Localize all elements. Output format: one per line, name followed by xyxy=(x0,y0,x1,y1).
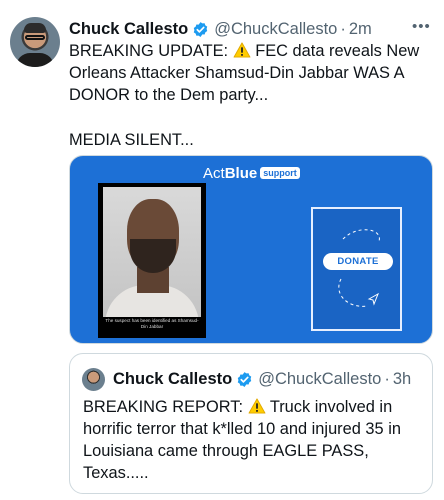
author-avatar[interactable] xyxy=(10,17,60,67)
photo-caption: The suspect has been identified as Shams… xyxy=(105,318,199,329)
verified-badge-icon xyxy=(237,371,252,387)
actblue-logo: ActBlue support xyxy=(203,165,300,182)
tweet-timestamp[interactable]: 2m xyxy=(349,20,372,39)
tweet-text-part1: BREAKING UPDATE: xyxy=(69,42,233,60)
warning-emoji-icon xyxy=(233,42,251,58)
logo-support-badge: support xyxy=(260,167,300,179)
quoted-author-avatar xyxy=(82,368,105,391)
quoted-author-handle: @ChuckCallesto xyxy=(258,369,382,388)
donate-panel: DONATE xyxy=(311,207,402,331)
warning-emoji-icon xyxy=(248,398,266,414)
tweet-header: Chuck Callesto @ChuckCallesto · 2m xyxy=(69,18,372,40)
more-options-icon[interactable]: ••• xyxy=(412,18,431,35)
quoted-timestamp: 3h xyxy=(392,369,412,388)
logo-act: Act xyxy=(203,165,225,182)
header-separator: · xyxy=(340,19,346,38)
tweet-text-media-silent: MEDIA SILENT... xyxy=(69,130,194,149)
tweet[interactable]: Chuck Callesto @ChuckCallesto · 2m ••• B… xyxy=(0,0,444,500)
avatar-sunglasses xyxy=(25,35,45,40)
tweet-media-image[interactable]: ActBlue support The suspect has been iden… xyxy=(69,155,433,344)
quoted-tweet-header: Chuck Callesto @ChuckCallesto · 3h xyxy=(113,368,411,390)
avatar-shirt xyxy=(16,53,54,67)
author-name[interactable]: Chuck Callesto xyxy=(69,20,188,39)
quoted-author-name: Chuck Callesto xyxy=(113,369,233,388)
tweet-text: BREAKING UPDATE: FEC data reveals New Or… xyxy=(69,40,439,151)
logo-blue: Blue xyxy=(224,165,258,182)
dashed-path-icon xyxy=(338,229,380,307)
verified-badge-icon xyxy=(193,21,208,37)
author-handle[interactable]: @ChuckCallesto xyxy=(214,20,337,39)
quoted-text-part1: BREAKING REPORT: xyxy=(83,398,248,416)
quoted-header-separator: · xyxy=(384,369,390,388)
avatar-hair xyxy=(24,23,46,33)
quoted-tweet[interactable]: Chuck Callesto @ChuckCallesto · 3h BREAK… xyxy=(69,353,433,494)
suspect-photo xyxy=(103,187,201,317)
donate-button: DONATE xyxy=(323,253,393,270)
suspect-photo-frame: The suspect has been identified as Shams… xyxy=(98,183,206,338)
quoted-tweet-text: BREAKING REPORT: Truck involved in horri… xyxy=(83,396,428,484)
